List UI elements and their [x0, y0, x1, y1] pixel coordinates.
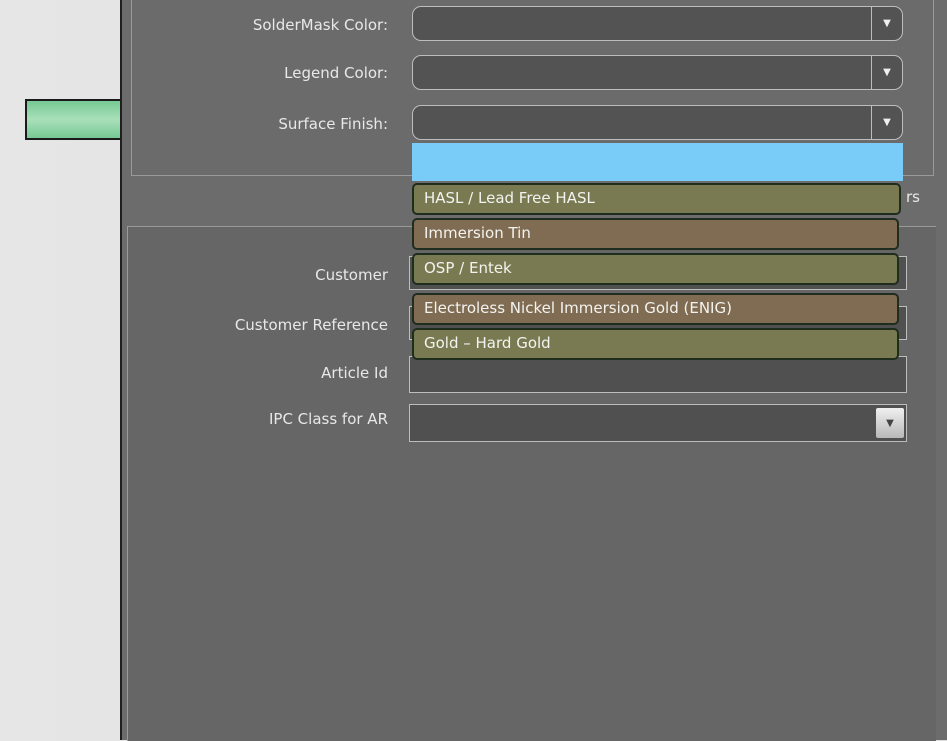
customer-reference-label: Customer Reference	[234, 316, 388, 334]
option-immersion-tin[interactable]: Immersion Tin	[412, 218, 899, 250]
truncated-label-text: rs	[906, 188, 920, 206]
chevron-down-icon[interactable]: ▼	[871, 106, 902, 139]
soldermask-color-label: SolderMask Color:	[252, 16, 388, 34]
option-hasl[interactable]: HASL / Lead Free HASL	[412, 183, 901, 215]
customer-label: Customer	[315, 266, 388, 284]
article-id-label: Article Id	[321, 364, 388, 382]
legend-color-label: Legend Color:	[284, 64, 388, 82]
chevron-down-icon[interactable]: ▼	[876, 408, 904, 438]
ipc-class-label: IPC Class for AR	[268, 410, 388, 428]
soldermask-color-combo[interactable]: ▼	[412, 6, 903, 41]
surface-finish-combo[interactable]: ▼	[412, 105, 903, 140]
chevron-down-icon[interactable]: ▼	[871, 7, 902, 40]
surface-finish-label: Surface Finish:	[278, 115, 388, 133]
chevron-down-icon[interactable]: ▼	[871, 56, 902, 89]
option-hard-gold[interactable]: Gold – Hard Gold	[412, 328, 899, 360]
ipc-class-combo[interactable]: ▼	[409, 404, 907, 442]
selected-empty-option[interactable]	[412, 143, 903, 181]
legend-color-combo[interactable]: ▼	[412, 55, 903, 90]
surface-finish-dropdown-list: HASL / Lead Free HASL Immersion Tin OSP …	[412, 143, 903, 363]
option-enig[interactable]: Electroless Nickel Immersion Gold (ENIG)	[412, 293, 899, 325]
option-osp-entek[interactable]: OSP / Entek	[412, 253, 899, 285]
